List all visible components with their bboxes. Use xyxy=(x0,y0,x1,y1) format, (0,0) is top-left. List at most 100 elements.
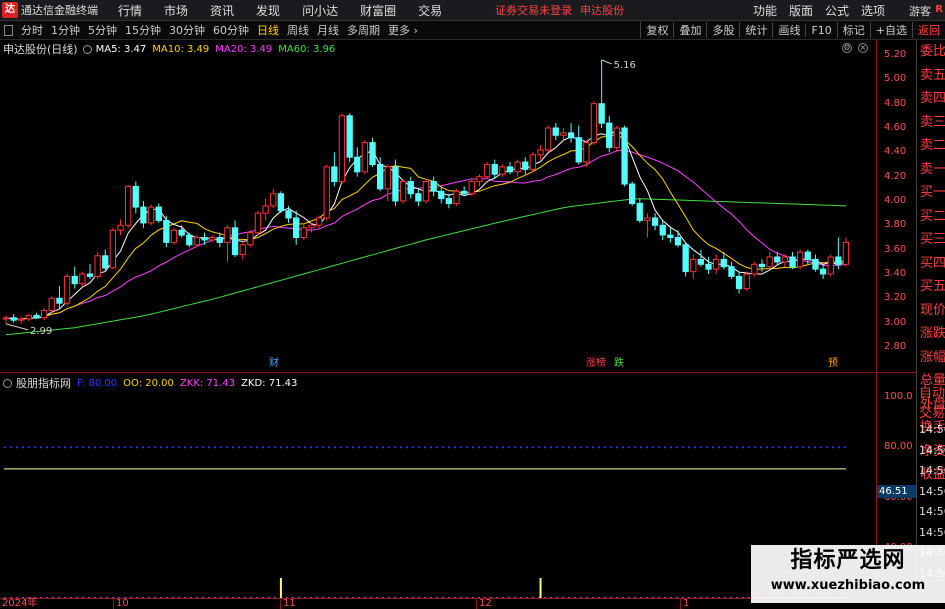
period-5min[interactable]: 5分钟 xyxy=(84,22,121,38)
candle-body xyxy=(774,256,781,263)
menu-item-shichang[interactable]: 市场 xyxy=(153,2,199,19)
indicator-title[interactable]: 股朋指标网 xyxy=(16,375,71,391)
period-1min[interactable]: 1分钟 xyxy=(47,22,84,38)
event-marker-zhangbang[interactable]: 涨榜 xyxy=(586,358,606,370)
layout-toggle-icon[interactable] xyxy=(4,24,13,36)
indicator-chart[interactable] xyxy=(0,372,876,598)
period-30min[interactable]: 30分钟 xyxy=(165,22,209,38)
period-toolbar: 分时 1分钟 5分钟 15分钟 30分钟 60分钟 日线 周线 月线 多周期 更… xyxy=(0,21,945,40)
period-weekly[interactable]: 周线 xyxy=(283,22,313,38)
menu-item-xuanxiang[interactable]: 选项 xyxy=(855,2,891,19)
price-tick: 3.20 xyxy=(884,292,907,304)
menu-item-zixun[interactable]: 资讯 xyxy=(199,2,245,19)
quote-row-label[interactable]: 卖二 xyxy=(917,134,945,158)
chart-close-icon[interactable]: × xyxy=(858,43,868,53)
add-watchlist-button[interactable]: +自选 xyxy=(869,22,912,38)
ma-settings-icon[interactable] xyxy=(82,44,92,54)
candle-body xyxy=(346,115,353,158)
period-multi[interactable]: 多周期 xyxy=(343,22,384,38)
candle-body xyxy=(743,273,750,290)
menu-item-banmian[interactable]: 版面 xyxy=(783,2,819,19)
candle-body xyxy=(216,237,223,243)
event-marker-cai[interactable]: 财 xyxy=(269,358,279,370)
quote-row-label[interactable]: 买五 xyxy=(917,275,945,299)
watermark-url: www.xuezhibiao.com xyxy=(770,578,926,593)
price-tick: 4.40 xyxy=(884,146,907,158)
candle-body xyxy=(697,258,705,265)
stats-button[interactable]: 统计 xyxy=(739,22,772,38)
quote-row-label[interactable]: 委比 xyxy=(917,40,945,64)
candle-body xyxy=(239,244,246,256)
menu-item-jiaoyi[interactable]: 交易 xyxy=(407,2,453,19)
menu-item-caifuquan[interactable]: 财富圈 xyxy=(349,2,407,19)
period-60min[interactable]: 60分钟 xyxy=(209,22,253,38)
quote-row-label[interactable]: 现价 xyxy=(917,299,945,323)
period-monthly[interactable]: 月线 xyxy=(313,22,343,38)
period-fenshi[interactable]: 分时 xyxy=(17,22,47,38)
period-daily[interactable]: 日线 xyxy=(253,22,283,38)
quote-row-label[interactable]: 买四 xyxy=(917,252,945,276)
quote-row-label[interactable]: 卖三 xyxy=(917,111,945,135)
quote-row-label[interactable]: 买一 xyxy=(917,181,945,205)
fuquan-button[interactable]: 复权 xyxy=(640,22,673,38)
date-axis-label: 11 xyxy=(283,598,296,609)
event-marker-die[interactable]: 跌 xyxy=(614,358,624,370)
menu-item-faxian[interactable]: 发现 xyxy=(245,2,291,19)
quote-row-label[interactable]: 涨跌 xyxy=(917,322,945,346)
pane-divider[interactable] xyxy=(0,372,916,373)
current-stock-name: 申达股份 xyxy=(580,4,625,17)
indicator-current-value: 46.51 xyxy=(877,485,916,498)
menu-item-hangqing[interactable]: 行情 xyxy=(107,2,153,19)
date-axis-tick xyxy=(680,599,681,609)
indicator-settings-icon[interactable] xyxy=(3,378,12,388)
candle-body xyxy=(2,317,10,320)
kline-chart[interactable]: 5.16 2.99 xyxy=(0,40,876,372)
quote-row-label[interactable]: 卖五 xyxy=(917,64,945,88)
menu-item-gongneng[interactable]: 功能 xyxy=(747,2,783,19)
candle-body xyxy=(94,255,101,278)
event-marker-yu[interactable]: 预 xyxy=(828,358,838,370)
candle-body xyxy=(147,206,155,224)
draw-line-button[interactable]: 画线 xyxy=(772,22,805,38)
candle-body xyxy=(369,142,376,165)
candle-body xyxy=(384,166,391,190)
login-status[interactable]: 证券交易未登录 xyxy=(495,2,572,18)
candle-body xyxy=(713,258,720,270)
candle-body xyxy=(407,181,414,195)
auto-trade-label[interactable]: 自动 交易 xyxy=(916,384,945,424)
mark-button[interactable]: 标记 xyxy=(836,22,870,38)
candle-body xyxy=(163,220,170,243)
candle-body xyxy=(430,181,437,192)
candle-body xyxy=(728,266,735,277)
candle-body xyxy=(201,237,208,241)
back-button[interactable]: 返回 xyxy=(912,22,945,38)
period-more[interactable]: 更多 › xyxy=(384,22,422,38)
low-price-label: 2.99 xyxy=(30,326,52,337)
period-15min[interactable]: 15分钟 xyxy=(121,22,165,38)
tick-time: 14:56 xyxy=(919,464,945,477)
multi-stock-button[interactable]: 多股 xyxy=(706,22,739,38)
quote-row-label[interactable]: 买三 xyxy=(917,228,945,252)
date-axis-tick xyxy=(113,599,114,609)
overlay-button[interactable]: 叠加 xyxy=(673,22,706,38)
candle-body xyxy=(109,229,116,269)
date-axis-label: 12 xyxy=(479,598,492,609)
quote-row-label[interactable]: 买二 xyxy=(917,205,945,229)
candle-body xyxy=(804,251,811,260)
candle-body xyxy=(56,297,63,304)
f10-button[interactable]: F10 xyxy=(805,23,836,37)
candle-body xyxy=(499,166,506,175)
candle-body xyxy=(567,132,575,139)
menu-item-wenxiaoda[interactable]: 问小达 xyxy=(291,2,349,19)
tick-time: 14:56 xyxy=(919,525,945,539)
candle-body xyxy=(193,237,200,246)
date-axis-tick xyxy=(280,599,281,609)
price-tick: 2.80 xyxy=(884,341,907,352)
quote-row-label[interactable]: 涨幅 xyxy=(917,346,945,370)
menu-item-gongshi[interactable]: 公式 xyxy=(819,2,855,19)
quote-row-label[interactable]: 卖四 xyxy=(917,87,945,111)
chart-settings-icon[interactable]: ⚙ xyxy=(842,43,852,53)
candle-body xyxy=(25,314,33,320)
quote-row-label[interactable]: 卖一 xyxy=(917,158,945,182)
candle-body xyxy=(506,166,514,173)
